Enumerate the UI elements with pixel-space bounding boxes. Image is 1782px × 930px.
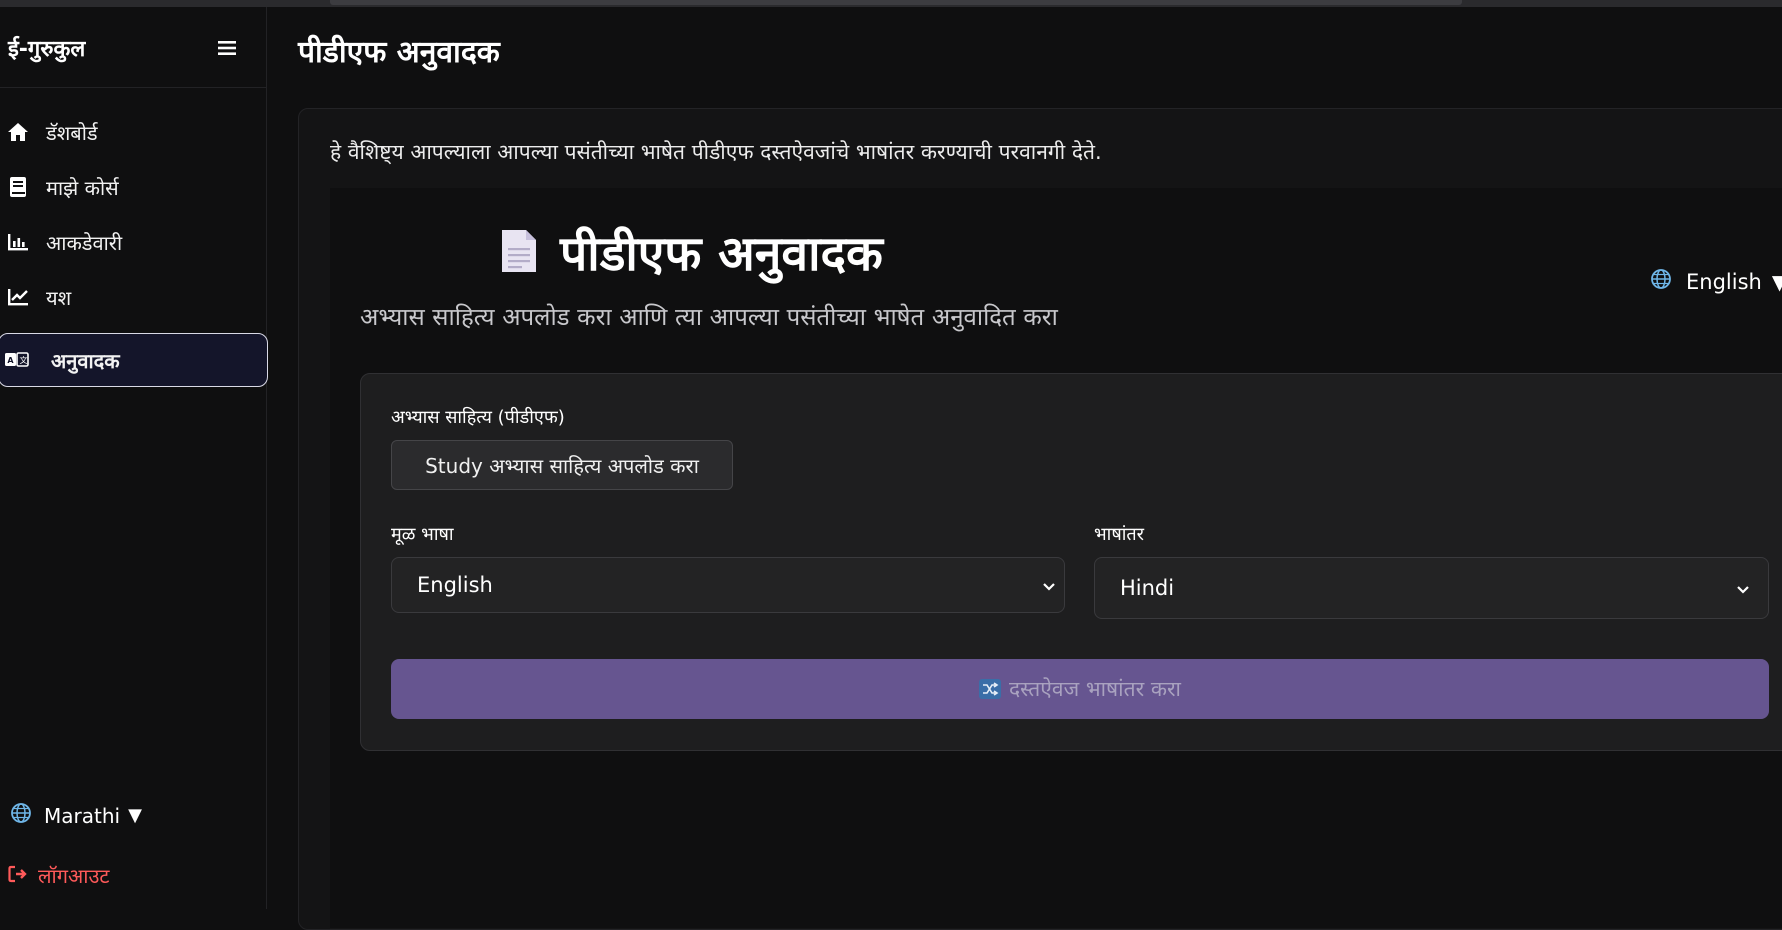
document-icon <box>500 228 538 278</box>
hero-title: पीडीएफ अनुवादक <box>560 226 883 282</box>
sidebar-item-translator[interactable]: A文 अनुवादक <box>0 333 268 387</box>
sidebar-item-label: अनुवादक <box>51 348 120 373</box>
translate-document-button[interactable]: दस्तऐवज भाषांतर करा <box>391 659 1769 719</box>
chevron-down-icon <box>1040 576 1058 600</box>
sidebar-item-label: माझे कोर्स <box>46 175 119 200</box>
browser-top-strip <box>0 0 1782 7</box>
sidebar-item-dashboard[interactable]: डॅशबोर्ड <box>0 108 267 156</box>
logout-label: लॉगआउट <box>38 864 110 888</box>
globe-icon <box>10 802 32 829</box>
upload-file-button[interactable]: Study अभ्यास साहित्य अपलोड करा <box>391 440 733 490</box>
home-icon <box>4 122 32 142</box>
translate-icon: A文 <box>3 352 31 368</box>
shuffle-icon <box>978 679 1001 699</box>
svg-text:文: 文 <box>20 355 28 365</box>
page-title: पीडीएफ अनुवादक <box>298 35 500 70</box>
sidebar-item-statistics[interactable]: आकडेवारी <box>0 218 267 266</box>
source-language-label: मूळ भाषा <box>391 524 454 545</box>
trend-icon <box>4 287 32 307</box>
horizontal-scrollbar[interactable] <box>330 0 1462 5</box>
logout-icon <box>8 864 28 888</box>
source-language-value: English <box>417 573 493 597</box>
hero-subtitle: अभ्यास साहित्य अपलोड करा आणि त्या आपल्या… <box>360 303 1058 331</box>
target-language-value: Hindi <box>1120 576 1175 600</box>
dropdown-arrow-icon: ▼ <box>1771 269 1782 294</box>
feature-description: हे वैशिष्ट्य आपल्याला आपल्या पसंतीच्या भ… <box>330 140 1102 164</box>
language-switcher[interactable]: English ▼ <box>1650 268 1782 295</box>
menu-toggle-button[interactable] <box>215 35 241 61</box>
sidebar-item-label: डॅशबोर्ड <box>46 120 98 145</box>
hamburger-icon <box>218 41 236 55</box>
language-switcher-label: English <box>1686 269 1762 294</box>
sidebar-divider <box>0 87 267 88</box>
sidebar-language-label: Marathi <box>44 803 121 828</box>
target-language-select[interactable]: Hindi <box>1094 557 1769 619</box>
book-icon <box>4 176 32 198</box>
logout-button[interactable]: लॉगआउट <box>8 862 109 889</box>
target-language-label: भाषांतर <box>1094 524 1145 545</box>
brand-name: ई-गुरुकुल <box>8 37 86 62</box>
source-language-select[interactable]: English <box>391 557 1065 613</box>
translate-button-label: दस्तऐवज भाषांतर करा <box>1008 677 1181 701</box>
sidebar-item-my-courses[interactable]: माझे कोर्स <box>0 163 267 211</box>
sidebar-item-achievements[interactable]: यश <box>0 273 267 321</box>
svg-text:A: A <box>7 356 14 365</box>
bar-chart-icon <box>4 232 32 252</box>
upload-label: अभ्यास साहित्य (पीडीएफ) <box>391 407 565 428</box>
sidebar-item-label: आकडेवारी <box>46 230 123 255</box>
sidebar-language-selector[interactable]: Marathi ▼ <box>10 802 142 829</box>
dropdown-arrow-icon: ▼ <box>128 805 142 826</box>
chevron-down-icon <box>1734 579 1752 603</box>
sidebar-item-label: यश <box>46 285 72 310</box>
globe-icon <box>1650 268 1672 295</box>
